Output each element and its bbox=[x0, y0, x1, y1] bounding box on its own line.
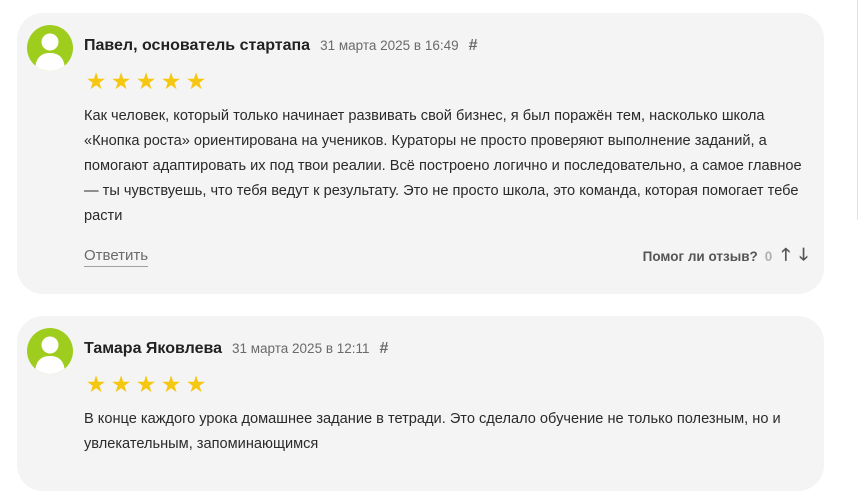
rating-stars: ★ ★ ★ ★ ★ bbox=[84, 371, 208, 397]
scrollbar-track[interactable] bbox=[857, 0, 858, 220]
permalink-hash-link[interactable]: # bbox=[380, 340, 389, 358]
star-icon: ★ bbox=[135, 371, 157, 397]
helpful-vote-bar: Помог ли отзыв? 0 🡑 🡓 bbox=[643, 242, 808, 271]
review-text: Как человек, который только начинает раз… bbox=[84, 108, 802, 224]
review-date: 31 марта 2025 в 12:11 bbox=[231, 341, 370, 356]
star-icon: ★ bbox=[185, 68, 207, 94]
permalink-hash-link[interactable]: # bbox=[469, 37, 478, 55]
star-icon: ★ bbox=[160, 371, 182, 397]
user-icon bbox=[35, 33, 65, 71]
review-card: Тамара Яковлева 31 марта 2025 в 12:11 # … bbox=[17, 316, 824, 491]
review-text: В конце каждого урока домашнее задание в… bbox=[84, 411, 781, 452]
review-header: Тамара Яковлева 31 марта 2025 в 12:11 # bbox=[84, 340, 388, 358]
star-icon: ★ bbox=[110, 68, 132, 94]
helpful-count: 0 bbox=[764, 249, 773, 264]
star-icon: ★ bbox=[135, 68, 157, 94]
star-icon: ★ bbox=[85, 68, 107, 94]
review-card: Павел, основатель стартапа 31 марта 2025… bbox=[17, 13, 824, 294]
review-header: Павел, основатель стартапа 31 марта 2025… bbox=[84, 37, 478, 55]
avatar bbox=[27, 328, 73, 374]
star-icon: ★ bbox=[185, 371, 207, 397]
helpful-label: Помог ли отзыв? bbox=[642, 249, 758, 264]
review-author: Павел, основатель стартапа bbox=[84, 37, 311, 54]
star-icon: ★ bbox=[160, 68, 182, 94]
reply-link[interactable]: Ответить bbox=[84, 246, 149, 267]
vote-up-arrow-icon[interactable]: 🡑 bbox=[781, 242, 790, 271]
avatar bbox=[27, 25, 73, 71]
user-icon bbox=[35, 336, 65, 374]
review-author: Тамара Яковлева bbox=[84, 340, 222, 357]
star-icon: ★ bbox=[110, 371, 132, 397]
vote-down-arrow-icon[interactable]: 🡓 bbox=[799, 242, 808, 271]
star-icon: ★ bbox=[85, 371, 107, 397]
review-date: 31 марта 2025 в 16:49 bbox=[320, 38, 459, 53]
rating-stars: ★ ★ ★ ★ ★ bbox=[84, 68, 208, 94]
